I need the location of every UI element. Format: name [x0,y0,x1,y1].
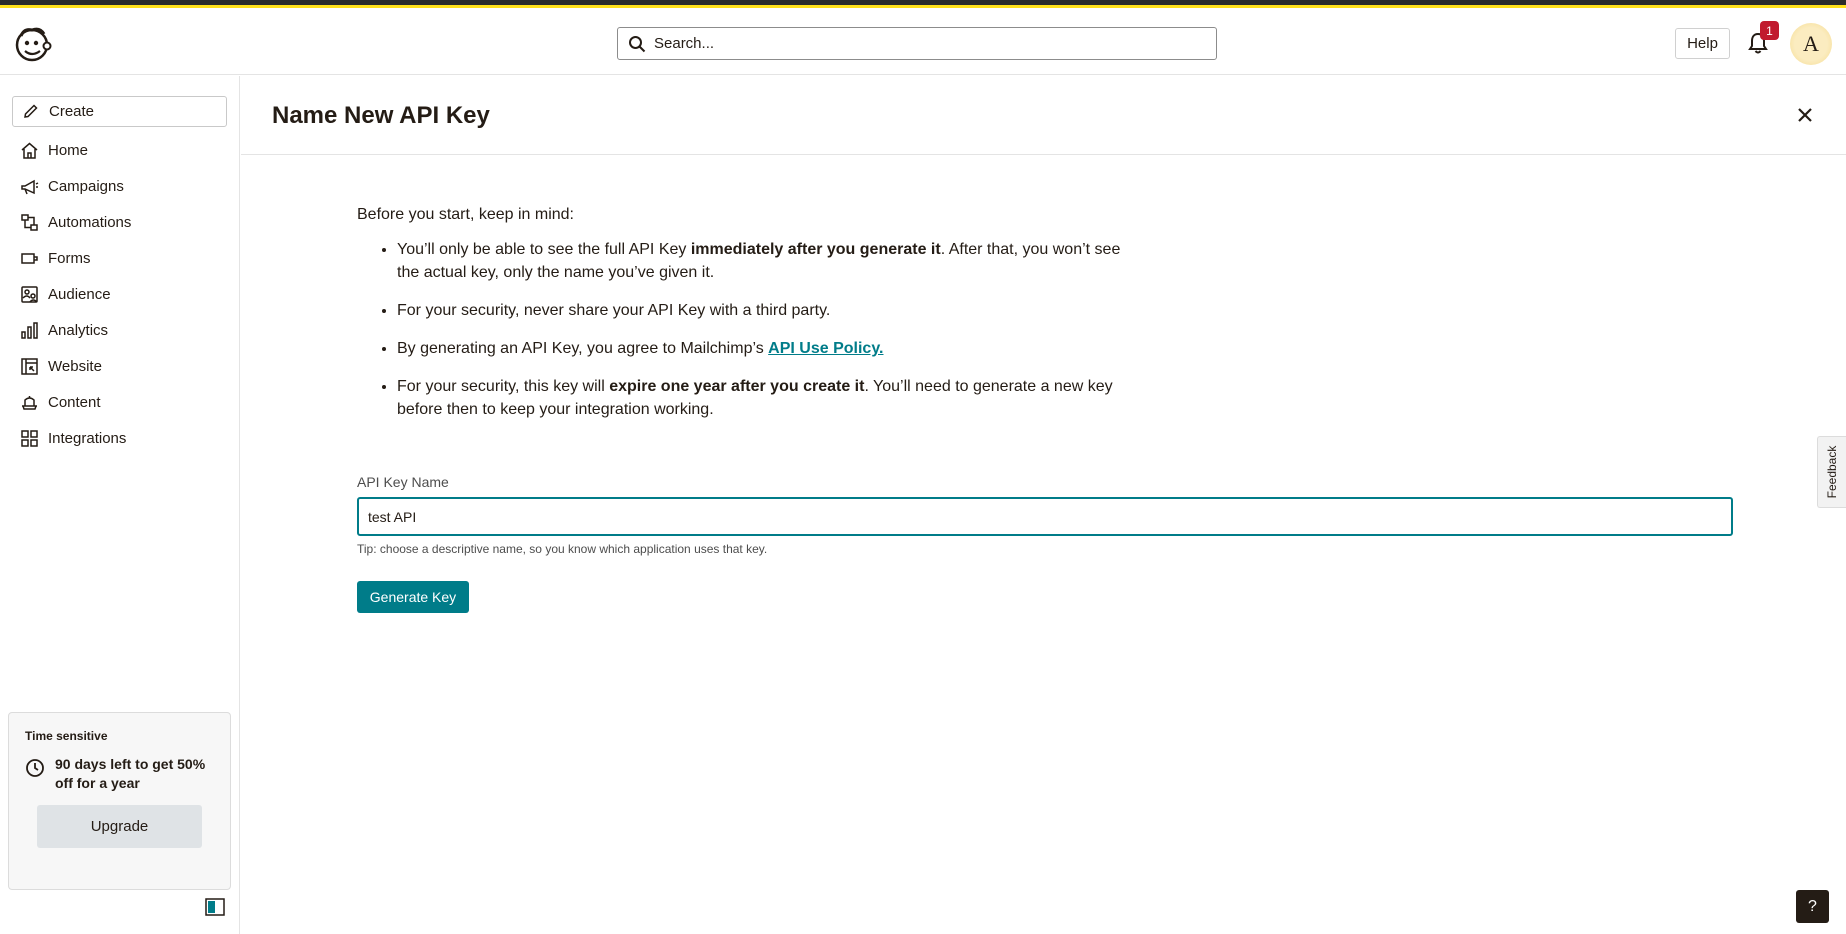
close-icon[interactable] [1794,104,1816,126]
mailchimp-logo-icon[interactable] [12,24,52,64]
bullet-text: For your security, this key will [397,378,610,395]
sidebar-item-audience[interactable]: Audience [0,276,239,312]
bullet-item: For your security, never share your API … [397,299,1147,322]
megaphone-icon [21,179,39,194]
info-bullets: You’ll only be able to see the full API … [357,238,1147,421]
analytics-icon [21,321,38,339]
bullet-emphasis: immediately after you generate it [690,241,941,258]
search-input[interactable]: Search... [617,27,1217,60]
website-icon [21,357,38,375]
generate-key-button[interactable]: Generate Key [357,581,469,613]
sidebar-item-automations[interactable]: Automations [0,204,239,240]
sidebar-item-website[interactable]: Website [0,348,239,384]
avatar[interactable]: A [1790,23,1832,65]
bullet-item: For your security, this key will expire … [397,375,1147,421]
api-key-name-label: API Key Name [357,474,449,490]
intro-text: Before you start, keep in mind: [357,206,574,223]
promo-eyebrow: Time sensitive [25,729,108,743]
help-button[interactable]: Help [1675,28,1730,59]
sidebar-item-forms[interactable]: Forms [0,240,239,276]
promo-message: 90 days left to get 50% off for a year [55,756,206,791]
automations-icon [21,213,38,231]
sidebar-item-label: Audience [48,285,111,303]
search-icon [629,35,646,52]
upgrade-promo-card: Time sensitive 90 days left to get 50% o… [8,712,231,890]
bullet-item: By generating an API Key, you agree to M… [397,337,1147,360]
sidebar-item-campaigns[interactable]: Campaigns [0,168,239,204]
bullet-item: You’ll only be able to see the full API … [397,238,1147,284]
help-fab-button[interactable]: ? [1796,890,1829,923]
sidebar-item-label: Website [48,357,102,375]
audience-icon [21,285,38,303]
sidebar-nav: Home Campaigns Automations Forms Audienc… [0,132,239,456]
page-title: Name New API Key [272,102,490,129]
content-icon [22,395,37,410]
main-content: Name New API Key Before you start, keep … [241,76,1846,934]
sidebar-item-label: Forms [48,249,91,267]
sidebar-item-label: Campaigns [48,177,124,195]
sidebar-item-label: Integrations [48,429,127,447]
sidebar-item-content[interactable]: Content [0,384,239,420]
bullet-text: You’ll only be able to see the full API … [397,241,691,258]
bullet-emphasis: expire one year after you create it [609,378,865,395]
create-label: Create [49,103,95,120]
integrations-icon [21,429,38,447]
sidebar-item-label: Automations [48,213,132,231]
bullet-text: By generating an API Key, you agree to M… [397,340,769,357]
sidebar-item-label: Home [48,141,89,159]
api-key-name-field[interactable] [357,497,1733,536]
feedback-tab[interactable]: Feedback [1817,436,1846,508]
page-header: Name New API Key [241,76,1846,155]
sidebar-item-integrations[interactable]: Integrations [0,420,239,456]
feedback-label: Feedback [1825,445,1839,499]
sidebar: Create Home Campaigns Automations Forms … [0,76,240,934]
forms-icon [21,252,38,264]
search-placeholder: Search... [654,35,715,52]
sidebar-item-home[interactable]: Home [0,132,239,168]
bullet-text: For your security, never share your API … [397,302,831,319]
api-use-policy-link[interactable]: API Use Policy. [768,340,883,357]
home-icon [21,142,38,159]
sidebar-item-label: Content [48,393,101,411]
field-tip: Tip: choose a descriptive name, so you k… [357,542,768,556]
top-bar: Search... Help 1 A [0,10,1846,75]
upgrade-button[interactable]: Upgrade [37,805,202,848]
notification-badge: 1 [1760,21,1779,40]
brand-stripe [0,0,1846,10]
sidebar-collapse-icon[interactable] [205,898,225,916]
sidebar-item-analytics[interactable]: Analytics [0,312,239,348]
clock-icon [26,759,44,777]
sidebar-item-label: Analytics [48,321,109,339]
pencil-icon [24,104,38,118]
create-button[interactable]: Create [12,96,227,127]
info-section: Before you start, keep in mind: You’ll o… [357,206,1147,436]
